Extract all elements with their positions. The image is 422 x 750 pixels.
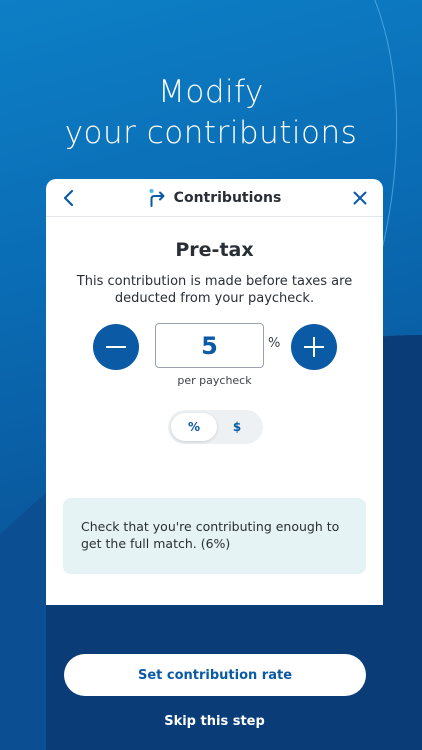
dollar-option[interactable]: $	[214, 413, 260, 441]
minus-icon	[106, 346, 126, 348]
percent-option[interactable]: %	[171, 413, 217, 441]
headline-line-2: your contributions	[64, 115, 358, 151]
set-contribution-rate-button[interactable]: Set contribution rate	[64, 654, 366, 696]
header-title: Contributions	[173, 190, 282, 206]
redirect-arrow-icon	[149, 189, 165, 207]
per-paycheck-label: per paycheck	[177, 374, 252, 387]
close-icon	[353, 191, 367, 205]
unit-toggle: % $	[168, 410, 263, 444]
card-header: Contributions	[46, 179, 383, 217]
contribution-type-title: Pre-tax	[175, 239, 254, 261]
match-info-banner: Check that you're contributing enough to…	[63, 498, 366, 574]
plus-icon	[304, 337, 324, 357]
unit-label: %	[268, 336, 281, 351]
promo-headline: Modify your contributions	[0, 72, 422, 154]
header-title-group: Contributions	[46, 179, 383, 217]
contribution-stepper: 5 % per paycheck	[46, 319, 383, 387]
increase-button[interactable]	[291, 324, 337, 370]
contributions-card: Contributions Pre-tax This contribution …	[46, 179, 383, 750]
skip-step-link[interactable]: Skip this step	[46, 714, 383, 729]
action-footer: Set contribution rate Skip this step	[46, 605, 383, 750]
contribution-description: This contribution is made before taxes a…	[76, 274, 353, 306]
headline-line-1: Modify	[158, 74, 264, 110]
close-button[interactable]	[351, 189, 369, 207]
match-info-text: Check that you're contributing enough to…	[81, 519, 340, 551]
contribution-value-input[interactable]: 5	[155, 323, 264, 368]
decrease-button[interactable]	[93, 324, 139, 370]
